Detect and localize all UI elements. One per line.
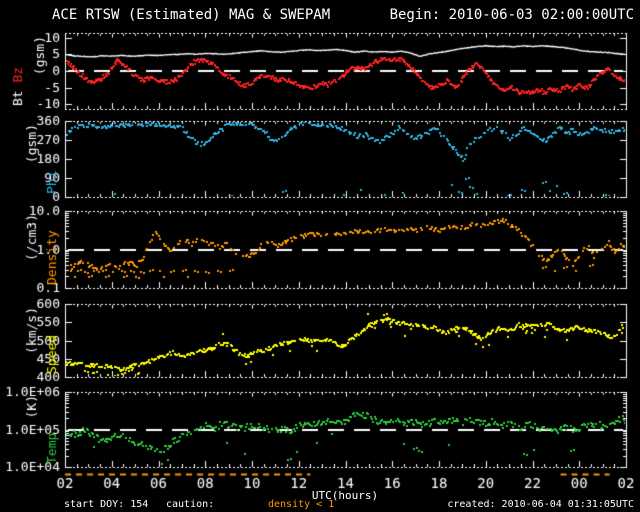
caution-label: caution: <box>166 499 215 510</box>
created-timestamp: created: 2010-06-04 01:31:05UTC <box>447 499 634 510</box>
plot-canvas <box>0 0 640 512</box>
start-doy-label: start DOY: 154 <box>64 499 149 510</box>
ace-rtsw-plot-window: ACE RTSW (Estimated) MAG & SWEPAM Begin:… <box>0 0 640 512</box>
caution-value-label: density < 1 <box>268 499 335 510</box>
